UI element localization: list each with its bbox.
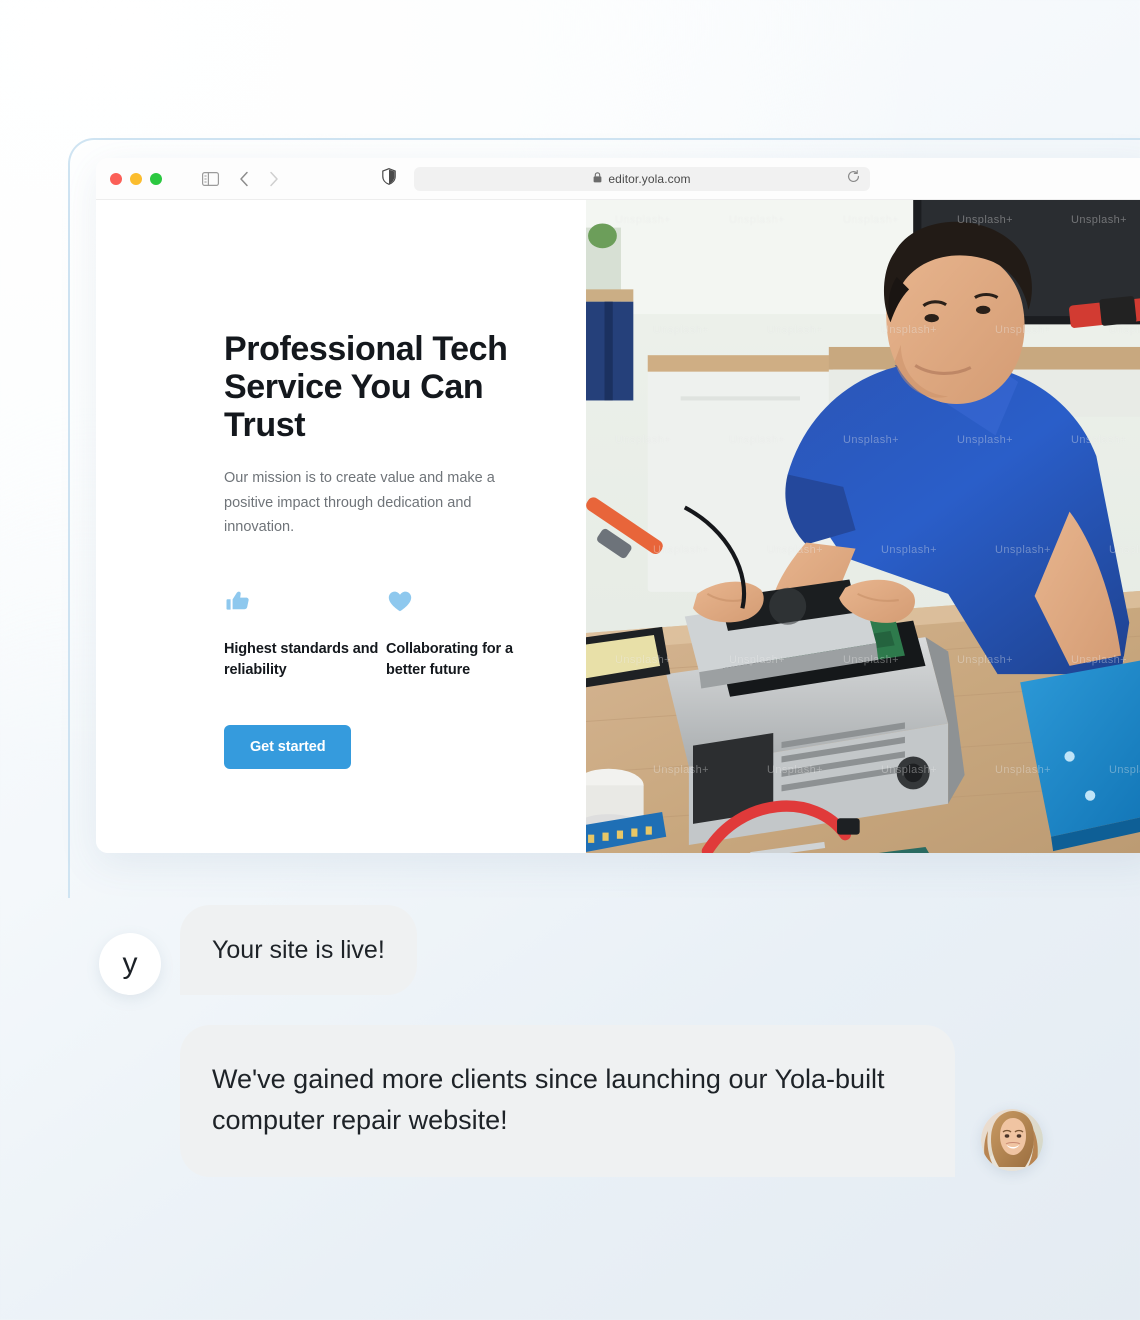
yola-brand-avatar: y xyxy=(99,933,161,996)
hero-subtext: Our mission is to create value and make … xyxy=(224,470,495,535)
browser-toolbar: editor.yola.com xyxy=(96,158,1140,200)
page-title: Professional Tech Service You Can Trust xyxy=(224,330,508,445)
chat-row-yola: y Your site is live! xyxy=(0,905,1140,996)
thumbs-up-icon xyxy=(224,587,386,617)
website-canvas: Professional Tech Service You Can Trust … xyxy=(96,200,1140,853)
hero-text-column: Professional Tech Service You Can Trust … xyxy=(96,200,586,853)
yola-logo-letter: y xyxy=(122,947,138,981)
chat-bubble-yola: Your site is live! xyxy=(180,905,417,996)
address-bar[interactable]: editor.yola.com xyxy=(414,166,870,191)
close-window-button[interactable] xyxy=(110,172,122,185)
sidebar-toggle-icon[interactable] xyxy=(202,171,219,186)
url-text: editor.yola.com xyxy=(608,171,691,186)
chat-bubble-customer: We've gained more clients since launchin… xyxy=(180,1025,955,1178)
customer-avatar-photo xyxy=(981,1109,1043,1172)
reload-icon[interactable] xyxy=(847,169,860,188)
chevron-right-icon xyxy=(269,171,279,187)
feature-list: Highest standards and reliability Collab… xyxy=(224,587,586,681)
maximize-window-button[interactable] xyxy=(150,172,162,185)
privacy-shield-icon[interactable] xyxy=(382,167,396,190)
heart-icon xyxy=(386,587,548,617)
customer-avatar xyxy=(981,1109,1043,1172)
browser-window: editor.yola.com Professional Tech Servic… xyxy=(96,158,1140,853)
feature-label: Highest standards and reliability xyxy=(224,641,379,679)
feature-item: Collaborating for a better future xyxy=(386,587,548,681)
feature-label: Collaborating for a better future xyxy=(386,641,513,679)
chevron-left-icon[interactable] xyxy=(239,171,249,187)
chat-section: y Your site is live! We've gained more c… xyxy=(0,905,1140,1178)
minimize-window-button[interactable] xyxy=(130,172,142,185)
hero-photo: Unsplash+ Unsplash+ Unsplash+ Unsplash+ … xyxy=(586,200,1140,853)
lock-icon xyxy=(593,170,602,188)
feature-item: Highest standards and reliability xyxy=(224,587,386,681)
technician-photo xyxy=(586,200,1140,853)
window-controls[interactable] xyxy=(110,172,162,185)
chat-row-customer: We've gained more clients since launchin… xyxy=(0,1025,1140,1178)
get-started-button[interactable]: Get started xyxy=(224,725,352,770)
